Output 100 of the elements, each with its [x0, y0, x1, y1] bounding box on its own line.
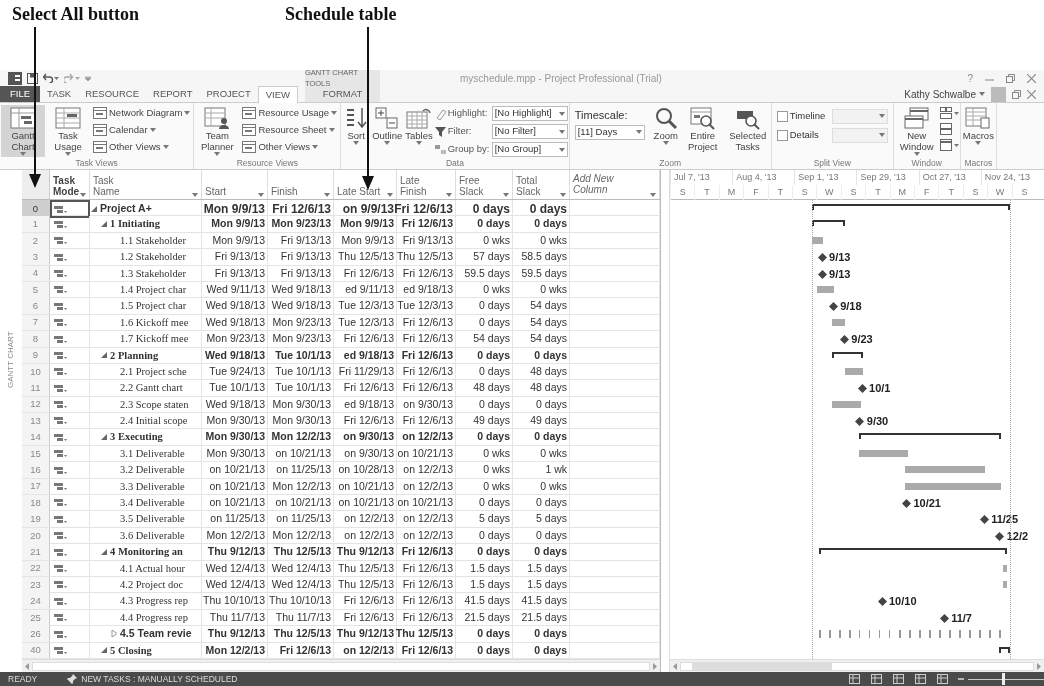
- ribbon-button[interactable]: Task Usage: [46, 105, 90, 157]
- ribbon-tab[interactable]: TASK: [40, 86, 79, 102]
- dropdown-field[interactable]: [No Filter]: [491, 124, 568, 139]
- column-header[interactable]: Total Slack: [513, 170, 570, 199]
- app-icon[interactable]: [8, 71, 22, 85]
- ribbon-button[interactable]: Tables: [404, 105, 434, 146]
- ribbon-button[interactable]: Other Views: [91, 139, 193, 155]
- restore-icon[interactable]: [1012, 89, 1021, 99]
- horizontal-scrollbar[interactable]: [680, 661, 1034, 671]
- table-icon: [406, 106, 432, 130]
- row-header[interactable]: 26: [22, 626, 50, 642]
- ribbon-button[interactable]: Gantt Chart: [1, 105, 45, 157]
- customize-caret-icon[interactable]: [85, 75, 91, 81]
- ribbon-button[interactable]: Selected Tasks: [725, 105, 770, 153]
- view-shortcut-icon[interactable]: [937, 674, 948, 684]
- ribbon-button[interactable]: Other Views: [240, 139, 340, 155]
- restore-icon[interactable]: [1006, 73, 1015, 83]
- ribbon-tab[interactable]: RESOURCE: [78, 86, 146, 102]
- layout-dropdown-icon[interactable]: [939, 107, 959, 119]
- ribbon-button[interactable]: Entire Project: [680, 105, 725, 153]
- row-header[interactable]: 18: [22, 495, 50, 511]
- user-account-button[interactable]: Kathy Schwalbe: [904, 86, 985, 102]
- ribbon-button[interactable]: Sort: [342, 105, 371, 146]
- task-name: 4 Monitoring an: [110, 545, 183, 560]
- undo-icon[interactable]: [43, 73, 59, 83]
- dropdown-field[interactable]: [No Highlight]: [491, 106, 568, 121]
- ribbon-button[interactable]: Network Diagram: [91, 105, 193, 121]
- outline-triangle-icon[interactable]: [101, 433, 108, 442]
- column-header[interactable]: Add New Column: [570, 170, 660, 199]
- table-cell: ed 9/18/13: [334, 396, 397, 413]
- ribbon-tab[interactable]: FORMAT: [305, 86, 380, 102]
- zoom-out-icon[interactable]: [958, 676, 964, 682]
- field-label: Filter:: [447, 124, 473, 139]
- dropdown-field[interactable]: [11] Days: [574, 124, 645, 140]
- scroll-thumb[interactable]: [691, 662, 833, 670]
- row-header[interactable]: 16: [22, 462, 50, 478]
- checkbox-label[interactable]: Timeline: [789, 108, 830, 124]
- horizontal-scrollbar[interactable]: [32, 661, 650, 671]
- task-mode-icon: [54, 547, 67, 557]
- outline-triangle-icon[interactable]: [101, 351, 108, 360]
- row-header[interactable]: 3: [22, 249, 50, 265]
- save-icon[interactable]: [27, 72, 38, 84]
- column-header[interactable]: Task Name: [90, 170, 202, 199]
- ribbon-tab[interactable]: REPORT: [146, 86, 200, 102]
- checkbox[interactable]: [776, 110, 788, 122]
- annotation-label: Schedule table: [285, 3, 397, 25]
- ribbon-button[interactable]: Resource Usage: [240, 105, 340, 121]
- timescale-label: Jul 7, '13: [670, 170, 733, 185]
- row-header[interactable]: 13: [22, 413, 50, 429]
- row-header[interactable]: 21: [22, 544, 50, 560]
- layout-dropdown-icon[interactable]: [939, 139, 959, 151]
- checkbox-label[interactable]: Details: [789, 127, 830, 143]
- table-cell: 0 days: [456, 495, 513, 511]
- ribbon-button[interactable]: Calendar: [91, 122, 193, 138]
- ribbon-tab[interactable]: PROJECT: [199, 86, 258, 102]
- ribbon-tab[interactable]: FILE: [0, 86, 41, 102]
- slider-thumb[interactable]: [1002, 673, 1006, 685]
- column-header[interactable]: Late Finish: [397, 170, 456, 199]
- ribbon-button[interactable]: New Window: [894, 105, 939, 157]
- outline-triangle-icon[interactable]: [101, 646, 108, 655]
- row-header[interactable]: 19: [22, 511, 50, 528]
- outline-triangle-icon[interactable]: [91, 205, 98, 213]
- close-icon[interactable]: [1027, 73, 1036, 83]
- outline-triangle-icon[interactable]: [111, 630, 118, 639]
- row-header[interactable]: 24: [22, 593, 50, 610]
- help-button[interactable]: ?: [967, 70, 973, 86]
- row-header[interactable]: 14: [22, 429, 50, 446]
- column-header[interactable]: Free Slack: [456, 170, 513, 199]
- column-header[interactable]: Finish: [268, 170, 334, 199]
- zoom-slider[interactable]: [968, 673, 1044, 685]
- close-icon[interactable]: [1027, 89, 1036, 99]
- row-header[interactable]: 6: [22, 298, 50, 315]
- scroll-left-icon[interactable]: [672, 662, 678, 670]
- dropdown-field[interactable]: [831, 108, 888, 124]
- ribbon-button[interactable]: Zoom: [651, 105, 680, 146]
- column-header[interactable]: Task Mode: [50, 170, 90, 199]
- ribbon-button[interactable]: Outline: [371, 105, 404, 146]
- task-name: 4.4 Progress rep: [120, 610, 188, 625]
- row-header[interactable]: 11: [22, 380, 50, 397]
- view-shortcut-icon[interactable]: [893, 674, 904, 684]
- ribbon-button[interactable]: Team Planner: [195, 105, 240, 157]
- view-shortcut-icon[interactable]: [915, 674, 926, 684]
- ribbon-tab[interactable]: VIEW: [257, 86, 299, 103]
- scroll-right-icon[interactable]: [652, 662, 658, 670]
- view-shortcut-icon[interactable]: [871, 674, 882, 684]
- row-header[interactable]: 1: [22, 216, 50, 233]
- ribbon-button[interactable]: Resource Sheet: [240, 122, 340, 138]
- dropdown-field[interactable]: [831, 127, 888, 143]
- dropdown-field[interactable]: [No Group]: [491, 142, 568, 157]
- checkbox[interactable]: [776, 129, 788, 141]
- column-header[interactable]: Start: [202, 170, 268, 199]
- view-shortcut-icon[interactable]: [849, 674, 860, 684]
- outline-triangle-icon[interactable]: [101, 548, 108, 557]
- ribbon-button[interactable]: Macros: [961, 105, 995, 146]
- scroll-left-icon[interactable]: [24, 662, 30, 670]
- column-header[interactable]: Late Start: [334, 170, 397, 199]
- outline-triangle-icon[interactable]: [101, 220, 108, 229]
- scroll-right-icon[interactable]: [1036, 662, 1042, 670]
- row-header[interactable]: 8: [22, 331, 50, 347]
- table-cell: 49 days: [456, 413, 513, 429]
